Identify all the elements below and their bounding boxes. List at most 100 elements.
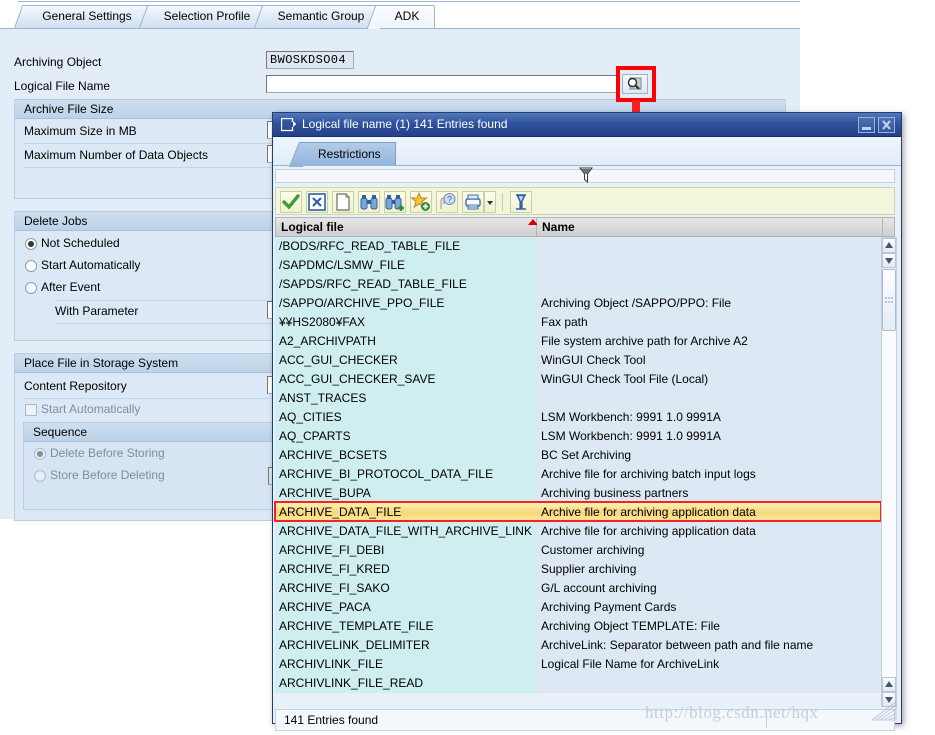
result-table-body[interactable]: /BODS/RFC_READ_TABLE_FILE/SAPDMC/LSMW_FI… [275, 237, 881, 707]
toolbar-separator [502, 193, 503, 211]
tab-general-settings[interactable]: General Settings [13, 5, 148, 29]
table-row[interactable]: ARCHIVE_DATA_FILE Archive file for archiv… [275, 503, 881, 522]
radio-not-scheduled[interactable] [25, 238, 37, 250]
column-header-logical-file[interactable]: Logical file [275, 217, 538, 237]
dialog-toolbar: ? [275, 187, 895, 215]
toolbar-find-next-button[interactable] [384, 191, 406, 213]
binoculars-find-next-icon [385, 195, 404, 211]
table-row[interactable]: ANST_TRACES [275, 389, 881, 408]
cell-name: Supplier archiving [537, 560, 881, 579]
cell-logical-file: ARCHIVE_BCSETS [275, 446, 537, 465]
column-header-name[interactable]: Name [537, 217, 883, 237]
cell-name: Customer archiving [537, 541, 881, 560]
table-row[interactable]: AQ_CPARTS LSM Workbench: 9991 1.0 9991A [275, 427, 881, 446]
cell-logical-file: ARCHIVE_BUPA [275, 484, 537, 503]
table-row[interactable]: ARCHIVLINK_FILE Logical File Name for Arc… [275, 655, 881, 674]
cell-logical-file: ARCHIVE_FI_SAKO [275, 579, 537, 598]
tab-semantic-group[interactable]: Semantic Group [253, 5, 376, 29]
radio-start-automatically[interactable] [25, 260, 37, 272]
tab-selection-profile[interactable]: Selection Profile [138, 5, 263, 29]
cell-name: Archiving business partners [537, 484, 881, 503]
table-row[interactable]: ARCHIVLINK_FILE_READ [275, 674, 881, 693]
toolbar-restrictions-button[interactable] [510, 191, 532, 213]
binoculars-find-icon [360, 195, 378, 210]
table-row[interactable]: ¥¥HS2080¥FAX Fax path [275, 313, 881, 332]
radio-store-before-deleting[interactable] [34, 470, 46, 482]
csdn-logo-icon [871, 701, 897, 721]
cell-name [537, 389, 881, 408]
toolbar-cancel-button[interactable] [306, 191, 328, 213]
restrictions-tabstrip: Restrictions [273, 137, 901, 167]
tabstrip: General Settings Selection Profile Seman… [0, 0, 800, 29]
table-row[interactable]: /SAPPO/ARCHIVE_PPO_FILE Archiving Object … [275, 294, 881, 313]
cell-name: Archiving Payment Cards [537, 598, 881, 617]
toolbar-add-favorite-button[interactable] [410, 191, 432, 213]
toolbar-find-button[interactable] [358, 191, 380, 213]
table-row[interactable]: ARCHIVE_TEMPLATE_FILE Archiving Object TE… [275, 617, 881, 636]
svg-text:?: ? [447, 195, 452, 205]
cell-name: LSM Workbench: 9991 1.0 9991A [537, 408, 881, 427]
cell-name: Archive file for archiving application d… [537, 522, 881, 541]
table-row[interactable]: AQ_CITIES LSM Workbench: 9991 1.0 9991A [275, 408, 881, 427]
table-row[interactable]: ARCHIVE_FI_KRED Supplier archiving [275, 560, 881, 579]
radio-after-event-label: After Event [41, 280, 101, 294]
table-row[interactable]: ARCHIVE_DATA_FILE_WITH_ARCHIVE_LINK Archi… [275, 522, 881, 541]
table-row[interactable]: ACC_GUI_CHECKER_SAVE WinGUI Check Tool Fi… [275, 370, 881, 389]
divider [273, 165, 901, 166]
dialog-close-button[interactable] [878, 117, 895, 133]
cell-name: File system archive path for Archive A2 [537, 332, 881, 351]
cell-name: ArchiveLink: Separator between path and … [537, 636, 881, 655]
tab-selection-profile-label: Selection Profile [163, 9, 251, 23]
tab-skew-edge [288, 142, 314, 167]
table-row[interactable]: /BODS/RFC_READ_TABLE_FILE [275, 237, 881, 256]
scroll-up-button[interactable] [882, 238, 896, 253]
cancel-x-icon [308, 193, 326, 211]
toolbar-new-selection-button[interactable] [332, 191, 354, 213]
dialog-minimize-button[interactable] [858, 117, 875, 133]
radio-start-automatically-label: Start Automatically [41, 258, 141, 272]
cell-name: Logical File Name for ArchiveLink [537, 655, 881, 674]
cell-name: Archiving Object TEMPLATE: File [537, 617, 881, 636]
table-row[interactable]: ARCHIVE_FI_DEBI Customer archiving [275, 541, 881, 560]
check-icon [282, 194, 300, 210]
star-favorite-add-icon [410, 191, 430, 211]
table-row[interactable]: A2_ARCHIVPATH File system archive path fo… [275, 332, 881, 351]
table-row[interactable]: /SAPDS/RFC_READ_TABLE_FILE [275, 275, 881, 294]
filter-funnel-icon[interactable] [579, 167, 593, 183]
table-row[interactable]: ARCHIVE_FI_SAKO G/L account archiving [275, 579, 881, 598]
toolbar-copy-button[interactable] [280, 191, 302, 213]
checkbox-start-automatically[interactable] [25, 404, 37, 416]
logical-file-name-label: Logical File Name [14, 79, 111, 93]
toolbar-help-button[interactable]: ? [436, 191, 458, 213]
table-row[interactable]: ACC_GUI_CHECKER WinGUI Check Tool [275, 351, 881, 370]
dialog-title-bar[interactable]: Logical file name (1) 141 Entries found [273, 113, 901, 137]
cell-name: LSM Workbench: 9991 1.0 9991A [537, 427, 881, 446]
table-row[interactable]: ARCHIVE_BUPA Archiving business partners [275, 484, 881, 503]
scroll-page-down-button[interactable] [882, 677, 896, 692]
radio-delete-before-storing[interactable] [34, 448, 46, 460]
label-maximum-size-mb: Maximum Size in MB [24, 124, 137, 138]
table-row[interactable]: ARCHIVE_BI_PROTOCOL_DATA_FILE Archive fil… [275, 465, 881, 484]
radio-after-event[interactable] [25, 282, 37, 294]
table-row[interactable]: ARCHIVE_BCSETS BC Set Archiving [275, 446, 881, 465]
tab-restrictions[interactable]: Restrictions [288, 142, 396, 167]
scrollbar-track[interactable] [882, 269, 896, 677]
cell-name: WinGUI Check Tool [537, 351, 881, 370]
tab-adk[interactable]: ADK [366, 5, 435, 29]
scrollbar-thumb[interactable] [882, 269, 896, 331]
tab-restrictions-label: Restrictions [318, 147, 381, 161]
dialog-status-text: 141 Entries found [284, 713, 379, 727]
result-table-scrollbar[interactable] [881, 237, 897, 707]
scroll-page-up-button[interactable] [882, 253, 896, 268]
cell-logical-file: /SAPDMC/LSMW_FILE [275, 256, 537, 275]
cell-name: WinGUI Check Tool File (Local) [537, 370, 881, 389]
logical-file-name-input[interactable] [266, 75, 618, 93]
table-row[interactable]: ARCHIVE_PACA Archiving Payment Cards [275, 598, 881, 617]
table-row[interactable]: /SAPDMC/LSMW_FILE [275, 256, 881, 275]
radio-not-scheduled-label: Not Scheduled [41, 236, 120, 250]
toolbar-print-button[interactable] [462, 191, 484, 213]
toolbar-print-more-button[interactable] [484, 191, 496, 213]
table-row[interactable]: ARCHIVELINK_DELIMITER ArchiveLink: Separa… [275, 636, 881, 655]
radio-store-before-deleting-label: Store Before Deleting [50, 468, 165, 482]
close-icon [882, 120, 891, 130]
